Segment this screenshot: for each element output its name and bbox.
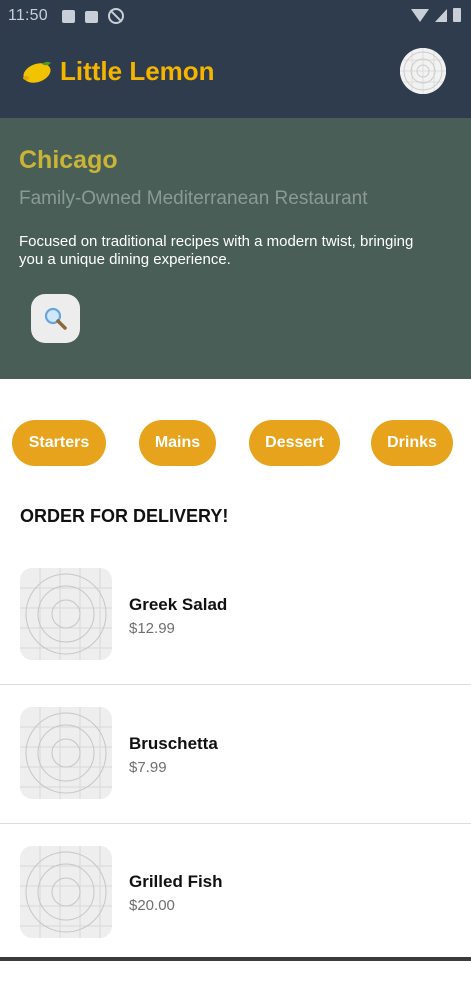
menu-item-name: Grilled Fish bbox=[129, 872, 223, 891]
hero-subtitle: Family-Owned Mediterranean Restaurant bbox=[19, 188, 368, 209]
status-system-icons bbox=[411, 8, 461, 22]
app-header: Little Lemon bbox=[0, 34, 471, 118]
menu-item-image bbox=[20, 568, 112, 660]
section-title: ORDER FOR DELIVERY! bbox=[20, 506, 229, 526]
menu-item-bruschetta[interactable]: Bruschetta $7.99 bbox=[0, 707, 471, 846]
hero-description: Focused on traditional recipes with a mo… bbox=[19, 233, 414, 268]
notification-icon bbox=[62, 9, 75, 23]
status-notification-icons bbox=[62, 8, 124, 24]
menu-item-greek-salad[interactable]: Greek Salad $12.99 bbox=[0, 568, 471, 707]
category-filter: Starters Mains Dessert Drinks bbox=[0, 420, 471, 466]
status-bar: 11:50 bbox=[0, 0, 471, 34]
category-drinks[interactable]: Drinks bbox=[371, 420, 453, 466]
signal-icon bbox=[435, 8, 447, 22]
image-placeholder-icon bbox=[20, 707, 112, 799]
avatar-placeholder-icon bbox=[400, 48, 446, 94]
navigation-bar-edge bbox=[0, 957, 471, 961]
hero-city: Chicago bbox=[19, 146, 118, 174]
search-button[interactable] bbox=[31, 294, 80, 343]
search-icon bbox=[44, 307, 67, 330]
hero-banner: Chicago Family-Owned Mediterranean Resta… bbox=[0, 118, 471, 379]
status-time: 11:50 bbox=[8, 7, 48, 24]
menu-divider bbox=[0, 823, 471, 824]
battery-icon bbox=[453, 8, 461, 22]
menu-item-name: Greek Salad bbox=[129, 595, 228, 614]
image-placeholder-icon bbox=[20, 568, 112, 660]
profile-avatar[interactable] bbox=[400, 48, 446, 94]
wifi-icon bbox=[411, 8, 429, 22]
menu-item-image bbox=[20, 846, 112, 938]
lemon-logo-icon bbox=[23, 61, 51, 83]
briefcase-icon bbox=[85, 10, 98, 23]
menu-divider bbox=[0, 684, 471, 685]
category-mains[interactable]: Mains bbox=[139, 420, 216, 466]
menu-item-image bbox=[20, 707, 112, 799]
do-not-disturb-icon bbox=[108, 8, 124, 24]
menu-item-price: $7.99 bbox=[129, 759, 167, 776]
category-dessert[interactable]: Dessert bbox=[249, 420, 340, 466]
image-placeholder-icon bbox=[20, 846, 112, 938]
menu-item-price: $20.00 bbox=[129, 897, 175, 914]
app-title: Little Lemon bbox=[60, 56, 215, 86]
menu-item-name: Bruschetta bbox=[129, 734, 218, 753]
menu-item-price: $12.99 bbox=[129, 620, 175, 637]
menu-item-grilled-fish[interactable]: Grilled Fish $20.00 bbox=[0, 846, 471, 985]
category-starters[interactable]: Starters bbox=[12, 420, 106, 466]
